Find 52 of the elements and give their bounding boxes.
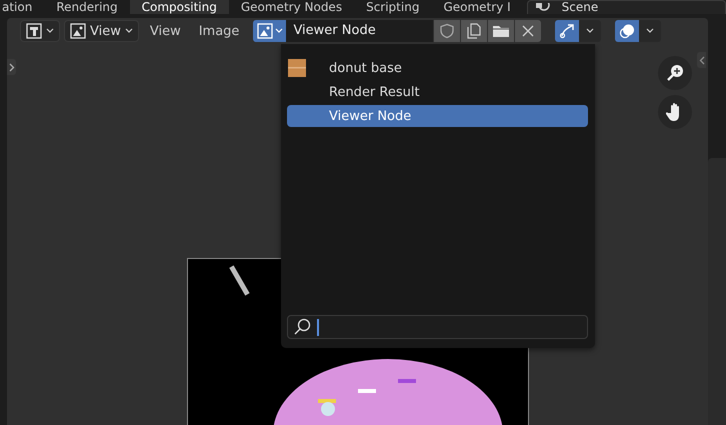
caret-icon: [124, 28, 133, 34]
shield-icon: [439, 23, 456, 39]
workspace-tab[interactable]: Scripting: [354, 0, 432, 14]
overlay-toggle[interactable]: [615, 20, 640, 42]
chevron-left-icon: [698, 56, 704, 64]
item-label: Viewer Node: [329, 108, 412, 124]
image-icon: [70, 23, 86, 39]
caret-icon: [275, 28, 284, 34]
duplicate-button[interactable]: [461, 20, 488, 42]
image-menu-item[interactable]: donut base: [287, 57, 588, 79]
caret-icon: [586, 28, 594, 34]
sidebar-collapse-button[interactable]: [697, 52, 706, 68]
close-icon: [522, 25, 534, 37]
search-field[interactable]: [287, 315, 588, 339]
zoom-in-icon: [666, 64, 684, 82]
scene-selector[interactable]: Scene: [526, 0, 726, 14]
workspace-tab[interactable]: Geometry Nodes: [228, 0, 354, 14]
chevron-right-icon: [8, 62, 14, 72]
toolbar-expand-button[interactable]: [7, 59, 16, 75]
workspace-tab[interactable]: ation: [0, 0, 44, 14]
image-menu-item[interactable]: Render Result: [287, 81, 588, 103]
header-menu[interactable]: View: [142, 20, 188, 42]
image-thumbnail-icon: [288, 59, 306, 77]
header-menu[interactable]: Image: [192, 20, 246, 42]
item-label: Render Result: [329, 84, 420, 100]
workspace-tab[interactable]: Compositing: [130, 0, 229, 14]
overlay-icon: [619, 23, 636, 39]
duplicate-icon: [466, 23, 482, 39]
view-mode-dropdown[interactable]: View: [64, 20, 139, 42]
caret-icon: [646, 28, 654, 34]
gizmo-icon: [559, 23, 576, 39]
view-mode-label: View: [90, 24, 121, 38]
workspace-tab[interactable]: Rendering: [44, 0, 130, 14]
open-button[interactable]: [488, 20, 514, 42]
text-cursor: [317, 318, 319, 336]
caret-icon: [46, 28, 54, 34]
search-icon: [293, 318, 311, 336]
image-name-field[interactable]: Viewer Node: [286, 20, 434, 42]
editor-type-button[interactable]: [20, 20, 60, 42]
workspace-tab[interactable]: Geometry I: [431, 0, 523, 14]
image-menu-item[interactable]: Viewer Node: [287, 105, 588, 127]
scene-name: Scene: [562, 1, 598, 14]
pan-button[interactable]: [658, 95, 692, 129]
gizmo-toggle[interactable]: [555, 20, 580, 42]
folder-icon: [492, 23, 510, 39]
image-browse-button[interactable]: [253, 20, 286, 42]
close-button[interactable]: [515, 20, 542, 42]
fake-user-button[interactable]: [434, 20, 460, 42]
image-icon: [257, 23, 274, 39]
item-label: donut base: [329, 60, 402, 76]
editor-type-icon: [26, 23, 42, 39]
zoom-button[interactable]: [658, 56, 692, 90]
